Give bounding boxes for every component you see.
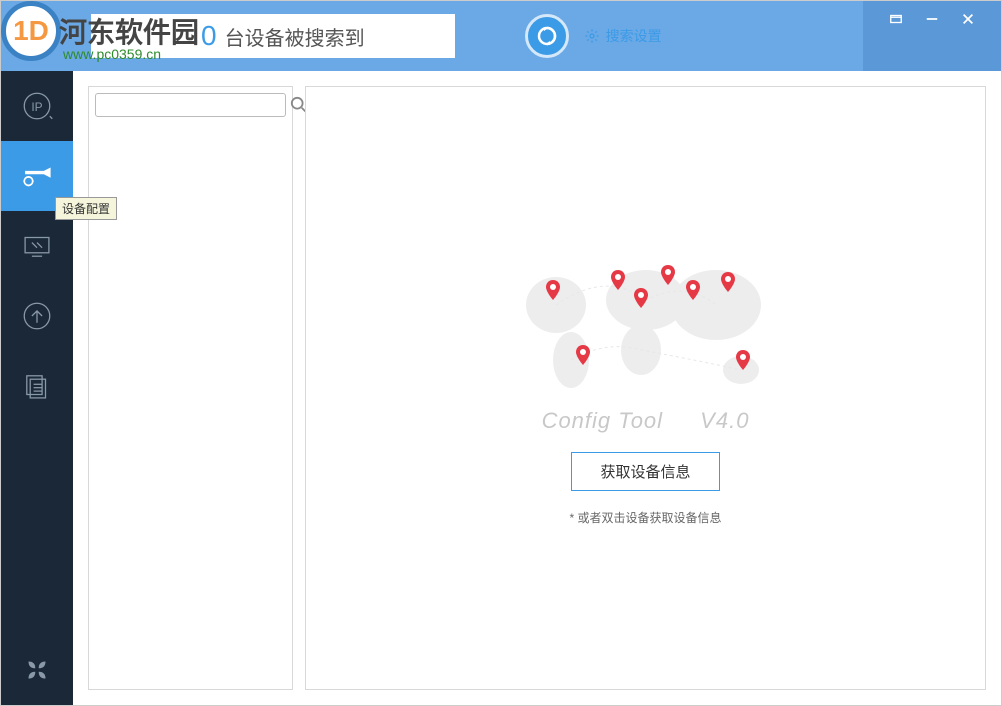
pin-icon [889,12,903,26]
close-icon [961,12,975,26]
nav-ip[interactable]: IP [1,71,73,141]
brand-name: Config Tool [542,408,663,433]
nav-apps[interactable] [1,635,73,705]
watermark-url: www.pc0359.cn [63,46,161,62]
gear-icon [584,28,600,44]
nav-system[interactable] [1,211,73,281]
close-button[interactable] [958,9,978,29]
brand-version: V4.0 [700,408,749,433]
upload-icon [20,299,54,333]
document-icon [20,369,54,403]
refresh-button[interactable] [525,14,569,58]
tooltip-device-config: 设备配置 [55,197,117,220]
camera-config-icon [20,159,54,193]
nav-docs[interactable] [1,351,73,421]
device-count-number: 0 [201,20,217,52]
minimize-button[interactable] [922,9,942,29]
window-controls [863,1,1001,71]
pin-button[interactable] [886,9,906,29]
minimize-icon [925,12,939,26]
world-map-icon [506,250,786,400]
titlebar: 1D 河东软件园 www.pc0359.cn 0 台设备被搜索到 搜索设置 [1,1,1001,71]
main-content: Config Tool V4.0 获取设备信息 * 或者双击设备获取设备信息 [305,86,986,690]
hint-text: * 或者双击设备获取设备信息 [569,509,721,526]
watermark-logo: 1D 河东软件园 www.pc0359.cn [1,1,61,61]
search-settings-link[interactable]: 搜索设置 [584,26,662,46]
apps-icon [20,653,54,687]
world-map-graphic [506,250,786,400]
app-brand: Config Tool V4.0 [542,408,750,434]
nav-device-config[interactable]: 设备配置 [1,141,73,211]
svg-text:IP: IP [31,100,42,114]
monitor-tools-icon [20,229,54,263]
refresh-icon [535,24,559,48]
device-count-label: 台设备被搜索到 [225,22,365,51]
watermark-site-name: 河东软件园 [59,11,199,51]
logo-text: 1D [13,15,49,47]
ip-icon: IP [20,89,54,123]
settings-link-label: 搜索设置 [606,26,662,46]
get-device-info-button[interactable]: 获取设备信息 [571,452,719,491]
nav-upgrade[interactable] [1,281,73,351]
device-list-panel [88,86,293,690]
search-input[interactable] [95,93,286,117]
sidebar: IP 设备配置 [1,71,73,705]
